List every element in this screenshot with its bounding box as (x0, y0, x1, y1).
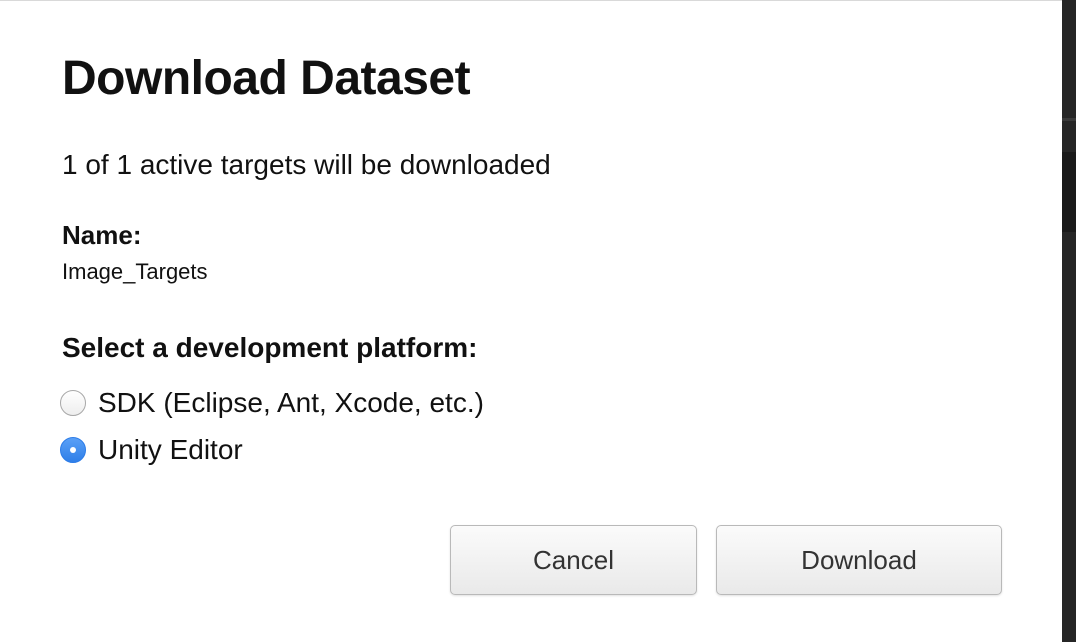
platform-option-label[interactable]: Unity Editor (98, 434, 243, 466)
targets-summary: 1 of 1 active targets will be downloaded (62, 149, 551, 180)
radio-button-sdk[interactable] (60, 390, 86, 416)
dataset-name-value: Image_Targets (62, 259, 208, 284)
cancel-button[interactable]: Cancel (450, 525, 697, 595)
platform-option-sdk[interactable]: SDK (Eclipse, Ant, Xcode, etc.) (60, 387, 484, 419)
download-button[interactable]: Download (716, 525, 1002, 595)
dialog-title: Download Dataset (62, 52, 471, 105)
download-dataset-dialog: Download Dataset 1 of 1 active targets w… (0, 0, 1062, 642)
name-label: Name: (62, 220, 142, 250)
platform-option-unity[interactable]: Unity Editor (60, 434, 243, 466)
background-window-band (1062, 152, 1076, 232)
platform-option-label[interactable]: SDK (Eclipse, Ant, Xcode, etc.) (98, 387, 484, 419)
radio-button-unity[interactable] (60, 437, 86, 463)
background-window-band (1062, 118, 1076, 121)
background-window-edge (1062, 0, 1076, 642)
platform-label: Select a development platform: (62, 332, 478, 363)
